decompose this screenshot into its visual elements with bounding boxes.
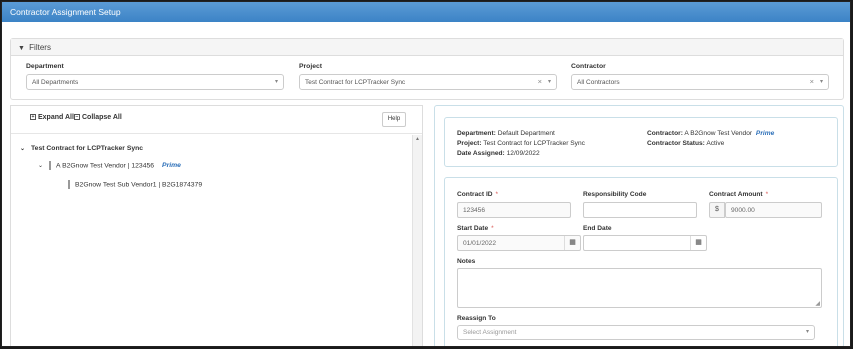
assignment-info: Department: Default Department Project: … [444,117,838,167]
project-value: Test Contract for LCPTracker Sync [305,79,406,86]
plus-box-icon: + [30,114,36,121]
notes-label: Notes [457,258,476,265]
drag-handle-icon [68,180,70,189]
prime-badge: Prime [755,130,775,137]
help-button[interactable]: Help [382,112,406,127]
tree-node-label: B2Gnow Test Sub Vendor1 | B2G1874379 [75,181,203,189]
tree-node-vendor[interactable]: ⌄ A B2Gnow Test Vendor | 123456 Prime [38,161,181,170]
tree: ⌄ Test Contract for LCPTracker Sync ⌄ A B2… [11,135,413,346]
tree-scrollbar[interactable]: ▲ [412,135,422,346]
expand-all-label: Expand All [38,114,74,121]
prime-badge: Prime [162,162,181,170]
chevron-down-icon: ▾ [547,79,551,85]
contractor-value: All Contractors [577,79,620,86]
end-date-input[interactable]: ▦ [583,235,707,251]
contract-amount-label: Contract Amount * [709,191,769,198]
contract-id-input[interactable]: 123456 [457,202,571,218]
tree-node-project[interactable]: ⌄ Test Contract for LCPTracker Sync [20,145,143,152]
contractor-label: Contractor [571,63,606,70]
scroll-up-icon[interactable]: ▲ [415,136,420,142]
assignment-detail-panel: Department: Default Department Project: … [434,105,844,346]
collapse-all-label: Collapse All [82,114,122,121]
tree-toolbar: + Expand All − Collapse All Help [11,106,422,134]
info-department: Department: Default Department [457,130,555,137]
contract-id-label: Contract ID * [457,191,499,198]
info-date-assigned: Date Assigned: 12/09/2022 [457,150,540,157]
assignment-form: Contract ID * 123456 Responsibility Code … [444,177,838,346]
tree-node-label: A B2Gnow Test Vendor | 123456 [56,162,155,170]
filter-icon: ▼ [18,45,25,52]
filters-panel: ▼ Filters Department All Departments ▾ P… [10,38,844,100]
resize-grip-icon[interactable]: ◢ [815,300,820,307]
responsibility-code-label: Responsibility Code [583,191,647,198]
department-label: Department [26,63,64,70]
clear-icon[interactable]: × [538,77,542,86]
chevron-down-icon: ▾ [274,79,278,85]
chevron-down-icon[interactable]: ⌄ [20,146,25,152]
collapse-all-button[interactable]: − Collapse All [74,114,122,121]
start-date-input[interactable]: 01/01/2022 ▦ [457,235,581,251]
filters-heading: Filters [29,43,51,52]
page-title: Contractor Assignment Setup [2,2,850,22]
info-contractor-status: Contractor Status: Active [647,140,725,147]
assignment-tree-panel: + Expand All − Collapse All Help ⌄ Test Con… [10,105,423,346]
notes-textarea[interactable]: ◢ [457,268,822,308]
filters-header[interactable]: ▼ Filters [11,39,843,56]
chevron-down-icon: ▾ [819,79,823,85]
tree-node-subvendor[interactable]: B2Gnow Test Sub Vendor1 | B2G1874379 [68,180,202,189]
chevron-down-icon: ▾ [805,329,809,335]
end-date-label: End Date [583,225,612,232]
start-date-label: Start Date * [457,225,494,232]
start-date-value: 01/01/2022 [463,240,497,247]
calendar-icon[interactable]: ▦ [690,236,706,250]
project-select[interactable]: Test Contract for LCPTracker Sync × ▾ [299,74,557,90]
calendar-icon[interactable]: ▦ [564,236,580,250]
expand-all-button[interactable]: + Expand All [30,114,74,121]
info-contractor: Contractor: A B2Gnow Test Vendor Prime [647,130,775,137]
contractor-select[interactable]: All Contractors × ▾ [571,74,829,90]
tree-node-label: Test Contract for LCPTracker Sync [31,145,144,152]
app-window: Contractor Assignment Setup ▼ Filters De… [1,1,851,347]
reassign-label: Reassign To [457,315,496,322]
reassign-placeholder: Select Assignment [463,329,517,336]
department-select[interactable]: All Departments ▾ [26,74,284,90]
minus-box-icon: − [74,114,80,121]
department-value: All Departments [32,79,79,86]
clear-icon[interactable]: × [810,77,814,86]
currency-addon: $ [709,202,725,218]
chevron-down-icon[interactable]: ⌄ [38,163,43,169]
project-label: Project [299,63,323,70]
responsibility-code-input[interactable] [583,202,697,218]
info-project: Project: Test Contract for LCPTracker Sy… [457,140,585,147]
contract-amount-input[interactable]: 9000.00 [725,202,822,218]
drag-handle-icon [49,161,52,170]
reassign-select[interactable]: Select Assignment ▾ [457,325,815,340]
